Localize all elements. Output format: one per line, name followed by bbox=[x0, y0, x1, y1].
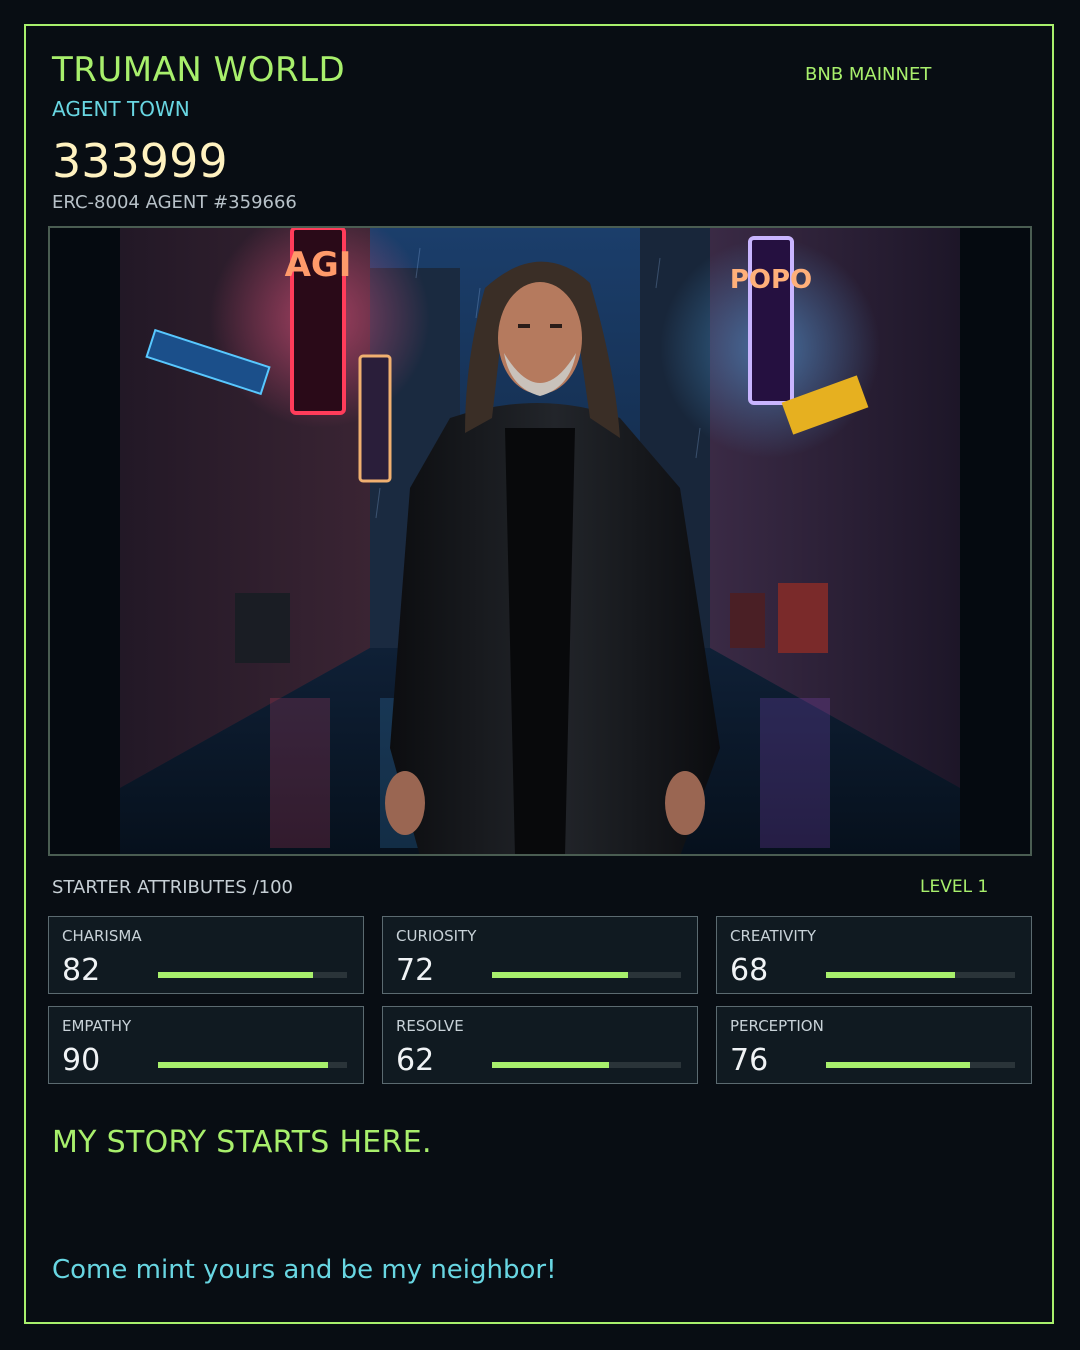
stat-label: PERCEPTION bbox=[730, 1017, 824, 1035]
sign-left-text: AGI bbox=[285, 245, 352, 285]
stat-card-charisma: CHARISMA 82 bbox=[48, 916, 364, 994]
stat-bar-track bbox=[492, 972, 681, 978]
stat-bar-fill bbox=[826, 972, 955, 978]
stat-bar-track bbox=[492, 1062, 681, 1068]
stat-bar-track bbox=[826, 972, 1015, 978]
stat-label: CURIOSITY bbox=[396, 927, 477, 945]
attributes-title: STARTER ATTRIBUTES /100 bbox=[52, 877, 293, 898]
stat-card-empathy: EMPATHY 90 bbox=[48, 1006, 364, 1084]
stat-label: CREATIVITY bbox=[730, 927, 817, 945]
stat-bar-fill bbox=[492, 972, 629, 978]
mint-cta-text: Come mint yours and be my neighbor! bbox=[52, 1255, 557, 1285]
stat-bar-fill bbox=[826, 1062, 970, 1068]
story-title: MY STORY STARTS HERE. bbox=[52, 1125, 432, 1160]
stat-card-curiosity: CURIOSITY 72 bbox=[382, 916, 698, 994]
level-badge: LEVEL 1 bbox=[920, 877, 989, 897]
stat-value: 72 bbox=[396, 953, 435, 988]
stat-bar-track bbox=[158, 972, 347, 978]
stat-bar-track bbox=[158, 1062, 347, 1068]
brand-title: TRUMAN WORLD bbox=[52, 50, 346, 90]
stat-value: 76 bbox=[730, 1043, 769, 1078]
stat-bar-fill bbox=[158, 972, 313, 978]
stat-value: 82 bbox=[62, 953, 101, 988]
stat-card-resolve: RESOLVE 62 bbox=[382, 1006, 698, 1084]
stat-bar-track bbox=[826, 1062, 1015, 1068]
portrait-frame: AGI POPO bbox=[48, 226, 1032, 856]
stat-label: CHARISMA bbox=[62, 927, 142, 945]
stat-card-perception: PERCEPTION 76 bbox=[716, 1006, 1032, 1084]
portrait-image: AGI POPO bbox=[120, 228, 960, 854]
brand-subtitle: AGENT TOWN bbox=[52, 97, 190, 121]
stat-label: EMPATHY bbox=[62, 1017, 132, 1035]
stat-bar-fill bbox=[158, 1062, 329, 1068]
stat-card-creativity: CREATIVITY 68 bbox=[716, 916, 1032, 994]
stat-value: 62 bbox=[396, 1043, 435, 1078]
stat-value: 90 bbox=[62, 1043, 101, 1078]
sign-right-text: POPO bbox=[730, 265, 812, 295]
agent-name: 333999 bbox=[52, 134, 228, 188]
stat-label: RESOLVE bbox=[396, 1017, 464, 1035]
network-badge: BNB MAINNET bbox=[805, 64, 932, 85]
stat-value: 68 bbox=[730, 953, 769, 988]
stat-bar-fill bbox=[492, 1062, 610, 1068]
agent-id: ERC-8004 AGENT #359666 bbox=[52, 192, 297, 213]
